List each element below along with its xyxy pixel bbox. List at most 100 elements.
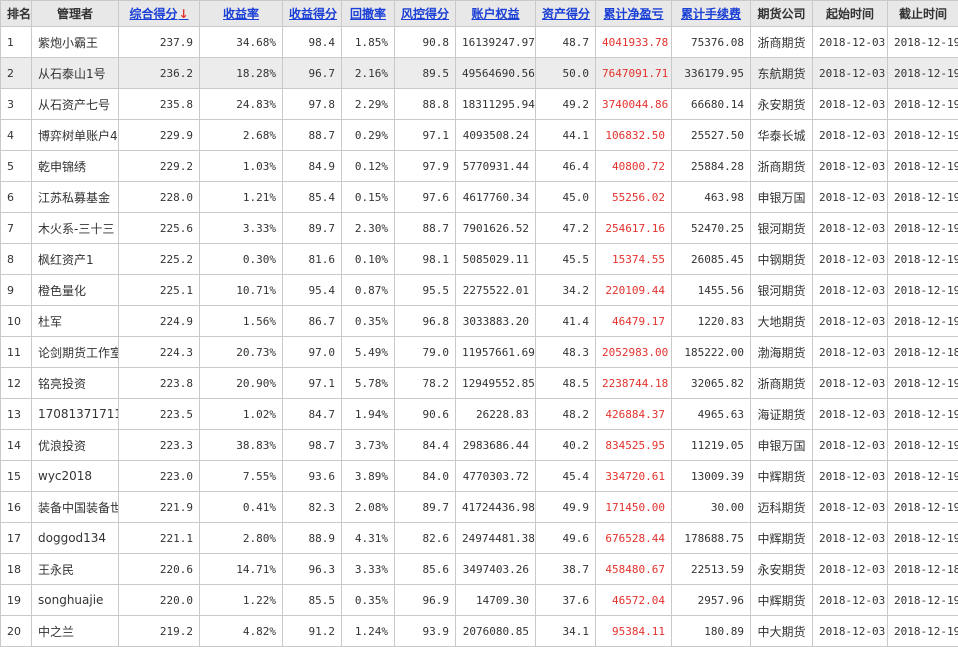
cell-drawdown: 3.73% [341,429,395,461]
cell-manager: 杜军 [31,305,119,337]
cell-fees: 13009.39 [671,460,751,492]
cell-net-profit: 426884.37 [595,398,672,430]
cell-risk-score: 97.6 [394,181,456,213]
cell-fees: 25527.50 [671,119,751,151]
cell-return-rate: 24.83% [199,88,283,120]
cell-asset-score: 48.5 [535,367,596,399]
cell-equity: 7901626.52 [455,212,536,244]
cell-end-date: 2018-12-18 [887,553,958,585]
cell-risk-score: 97.9 [394,150,456,182]
cell-return-score: 85.4 [282,181,342,213]
cell-drawdown: 0.29% [341,119,395,151]
cell-composite-score: 223.0 [118,460,200,492]
table-row: 17 doggod134 221.1 2.80% 88.9 4.31% 82.6 249744… [0,522,958,554]
cell-equity: 4093508.24 [455,119,536,151]
table-row: 2 从石泰山1号 236.2 18.28% 96.7 2.16% 89.5 49564690.… [0,57,958,89]
cell-return-score: 98.7 [282,429,342,461]
cell-fees: 178688.75 [671,522,751,554]
cell-net-profit: 95384.11 [595,615,672,647]
cell-net-profit: 55256.02 [595,181,672,213]
cell-company: 中钢期货 [750,243,813,275]
cell-end-date: 2018-12-19 [887,491,958,523]
cell-return-score: 97.0 [282,336,342,368]
cell-start-date: 2018-12-03 [812,460,888,492]
cell-equity: 26228.83 [455,398,536,430]
cell-rank: 15 [0,460,32,492]
cell-return-rate: 0.41% [199,491,283,523]
cell-return-rate: 38.83% [199,429,283,461]
cell-end-date: 2018-12-19 [887,57,958,89]
cell-net-profit: 46572.04 [595,584,672,616]
cell-rank: 14 [0,429,32,461]
cell-manager: 从石泰山1号 [31,57,119,89]
header-equity-sort[interactable]: 账户权益 [455,0,536,27]
cell-manager: 枫红资产1 [31,243,119,275]
cell-return-rate: 1.22% [199,584,283,616]
cell-fees: 66680.14 [671,88,751,120]
sort-desc-arrow-icon: ↓ [178,7,189,21]
cell-risk-score: 79.0 [394,336,456,368]
cell-rank: 16 [0,491,32,523]
cell-manager: 17081371711 [31,398,119,430]
header-risk-score-sort[interactable]: 风控得分 [394,0,456,27]
cell-company: 海证期货 [750,398,813,430]
cell-asset-score: 37.6 [535,584,596,616]
cell-rank: 17 [0,522,32,554]
cell-start-date: 2018-12-03 [812,429,888,461]
cell-equity: 3033883.20 [455,305,536,337]
cell-asset-score: 50.0 [535,57,596,89]
table-row: 16 装备中国装备世 221.9 0.41% 82.3 2.08% 89.7 41724436… [0,491,958,523]
cell-fees: 2957.96 [671,584,751,616]
header-return-rate-sort[interactable]: 收益率 [199,0,283,27]
cell-net-profit: 334720.61 [595,460,672,492]
cell-asset-score: 49.9 [535,491,596,523]
cell-return-rate: 20.73% [199,336,283,368]
cell-composite-score: 223.8 [118,367,200,399]
cell-company: 渤海期货 [750,336,813,368]
table-row: 20 中之兰 219.2 4.82% 91.2 1.24% 93.9 2076080.85 34… [0,615,958,647]
header-return-score-sort[interactable]: 收益得分 [282,0,342,27]
cell-drawdown: 0.15% [341,181,395,213]
table-row: 13 17081371711 223.5 1.02% 84.7 1.94% 90.6 2622… [0,398,958,430]
cell-fees: 185222.00 [671,336,751,368]
cell-rank: 11 [0,336,32,368]
header-net-profit-sort[interactable]: 累计净盈亏 [595,0,672,27]
header-fees-sort[interactable]: 累计手续费 [671,0,751,27]
header-asset-score-sort[interactable]: 资产得分 [535,0,596,27]
cell-net-profit: 458480.67 [595,553,672,585]
cell-drawdown: 0.10% [341,243,395,275]
cell-asset-score: 38.7 [535,553,596,585]
cell-end-date: 2018-12-19 [887,305,958,337]
cell-composite-score: 237.9 [118,26,200,58]
cell-fees: 52470.25 [671,212,751,244]
cell-company: 浙商期货 [750,367,813,399]
cell-rank: 10 [0,305,32,337]
header-composite-score-sort[interactable]: 综合得分↓ [118,0,200,27]
cell-company: 中辉期货 [750,584,813,616]
table-row: 6 江苏私募基金 228.0 1.21% 85.4 0.15% 97.6 4617760.34… [0,181,958,213]
cell-end-date: 2018-12-19 [887,274,958,306]
cell-net-profit: 2238744.18 [595,367,672,399]
cell-rank: 1 [0,26,32,58]
cell-rank: 9 [0,274,32,306]
cell-risk-score: 84.0 [394,460,456,492]
cell-manager: 论剑期货工作室 [31,336,119,368]
cell-equity: 2275522.01 [455,274,536,306]
cell-rank: 20 [0,615,32,647]
header-drawdown-sort[interactable]: 回撤率 [341,0,395,27]
cell-equity: 12949552.85 [455,367,536,399]
cell-company: 浙商期货 [750,150,813,182]
header-company: 期货公司 [750,0,813,27]
cell-manager: 从石资产七号 [31,88,119,120]
cell-end-date: 2018-12-19 [887,615,958,647]
cell-end-date: 2018-12-19 [887,150,958,182]
cell-return-rate: 4.82% [199,615,283,647]
cell-return-score: 89.7 [282,212,342,244]
cell-company: 浙商期货 [750,26,813,58]
cell-fees: 1455.56 [671,274,751,306]
cell-return-score: 84.7 [282,398,342,430]
cell-return-rate: 1.02% [199,398,283,430]
cell-fees: 463.98 [671,181,751,213]
cell-manager: 紫炮小霸王 [31,26,119,58]
cell-asset-score: 48.7 [535,26,596,58]
